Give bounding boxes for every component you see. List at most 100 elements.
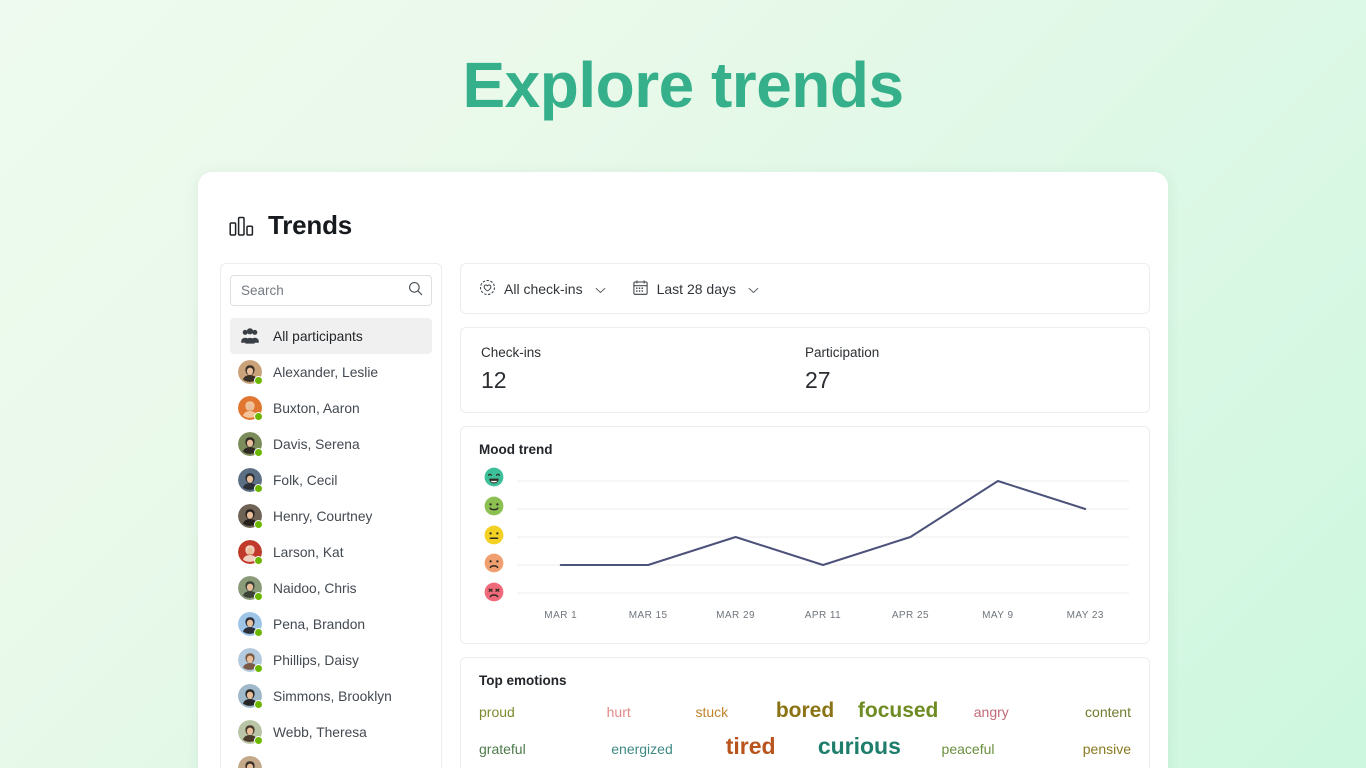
avatar [238,720,263,745]
list-item[interactable]: Naidoo, Chris [230,570,432,606]
emotion-cell: energized [588,741,697,759]
list-item[interactable]: Simmons, Brooklyn [230,678,432,714]
avatar [238,756,262,768]
emotion-word[interactable]: tired [726,733,776,759]
x-axis-tick-label: APR 11 [804,610,842,621]
presence-indicator [254,592,263,601]
presence-indicator [254,520,263,529]
filter-date-range-label: Last 28 days [656,280,736,297]
emotion-word[interactable]: pensive [1083,741,1131,757]
emotion-word[interactable]: angry [974,704,1009,720]
participant-name: Simmons, Brooklyn [273,688,392,704]
top-emotions-panel: Top emotions proud hurt stuck bored focused a… [460,657,1150,768]
chevron-down-icon [748,281,759,297]
x-axis-tick-label: APR 25 [891,610,929,621]
mood-x-axis: MAR 1 MAR 15 MAR 29 APR 11 APR 25 MAY 9 MAY 23 [517,610,1129,621]
very-happy-emoji [484,467,504,492]
very-sad-emoji [484,582,504,607]
sad-emoji [484,553,504,578]
emotion-word-cloud: proud hurt stuck bored focused angry content gr… [479,698,1131,761]
x-axis-tick-label: MAR 29 [716,610,755,621]
avatar [238,396,263,421]
participant-name: Alexander, Leslie [273,364,379,380]
mood-trend-title: Mood trend [479,442,553,457]
emotion-cell: bored [758,698,851,723]
people-list: Alexander, Leslie Buxton, Aaron Davis, Ser… [230,354,432,768]
neutral-emoji [484,525,504,550]
emotion-cell: angry [945,704,1038,722]
emotion-cell: hurt [572,704,665,722]
happy-emoji [484,496,504,521]
page-title: Explore trends [462,49,904,121]
emotion-row: proud hurt stuck bored focused angry content [479,698,1131,723]
emotion-cell: stuck [665,704,758,722]
list-item[interactable]: Phillips, Daisy [230,642,432,678]
list-item[interactable]: Buxton, Aaron [230,390,432,426]
emotion-word[interactable]: curious [818,733,901,759]
x-axis-tick-label: MAR 15 [628,610,668,621]
avatar [238,540,263,565]
list-item[interactable]: Alexander, Leslie [230,354,432,390]
avatar-image [238,756,262,768]
search-container [230,275,432,306]
emotion-word[interactable]: hurt [607,704,631,720]
participant-name: Naidoo, Chris [273,580,357,596]
emotion-word[interactable]: stuck [696,704,729,720]
emotion-row: grateful energized tired curious peaceful pen… [479,733,1131,761]
stats-panel: Check-ins 12 Participation 27 [460,327,1150,413]
avatar [238,576,263,601]
emotion-cell: pensive [1022,741,1131,759]
stat-check-ins: Check-ins 12 [481,345,805,394]
page-heading: Trends [268,210,353,240]
emotion-word[interactable]: focused [858,699,939,722]
emotion-word[interactable]: bored [776,699,834,722]
sidebar-item-label: All participants [273,328,363,344]
emotion-word[interactable]: grateful [479,741,526,757]
mood-plot [517,467,1129,607]
main-column: All check-ins Last 28 days Check-ins 12 … [460,263,1150,768]
emotion-cell: tired [696,733,805,761]
trends-app-card: Trends Search All participants Alexander… [198,172,1168,768]
emotion-cell: peaceful [914,741,1023,759]
stat-value: 27 [805,367,831,393]
emotion-cell: content [1038,704,1131,722]
list-item[interactable] [230,750,432,768]
list-item[interactable]: Davis, Serena [230,426,432,462]
emotion-cell: grateful [479,741,588,759]
emotion-word[interactable]: proud [479,704,515,720]
people-group-icon [238,324,262,348]
list-item[interactable]: Pena, Brandon [230,606,432,642]
list-item[interactable]: Henry, Courtney [230,498,432,534]
presence-indicator [254,628,263,637]
participant-name: Folk, Cecil [273,472,338,488]
emotion-cell: focused [852,698,945,723]
bar-chart-icon [229,214,255,238]
participant-name: Larson, Kat [273,544,344,560]
calendar-icon [632,279,649,299]
emotion-word[interactable]: peaceful [942,741,995,757]
sidebar-item-all-participants[interactable]: All participants [230,318,432,354]
filter-check-ins[interactable]: All check-ins [479,279,606,299]
avatar [238,648,263,673]
participant-name: Pena, Brandon [273,616,366,632]
search-input[interactable] [230,275,432,306]
participant-name: Webb, Theresa [273,724,367,740]
presence-indicator [254,700,263,709]
avatar [238,504,263,529]
participant-name: Buxton, Aaron [273,400,360,416]
participant-list: All participants [230,318,432,354]
chevron-down-icon [595,281,606,297]
list-item[interactable]: Webb, Theresa [230,714,432,750]
app-header: Trends [198,172,1168,241]
emotion-word[interactable]: energized [611,741,673,757]
presence-indicator [254,448,263,457]
list-item[interactable]: Folk, Cecil [230,462,432,498]
emotion-cell: proud [479,704,572,722]
filter-date-range[interactable]: Last 28 days [632,279,759,299]
participant-name: Henry, Courtney [273,508,373,524]
stat-label: Check-ins [481,345,542,360]
emotion-word[interactable]: content [1085,704,1131,720]
list-item[interactable]: Larson, Kat [230,534,432,570]
emotion-cell: curious [805,733,914,761]
stat-label: Participation [805,345,880,360]
